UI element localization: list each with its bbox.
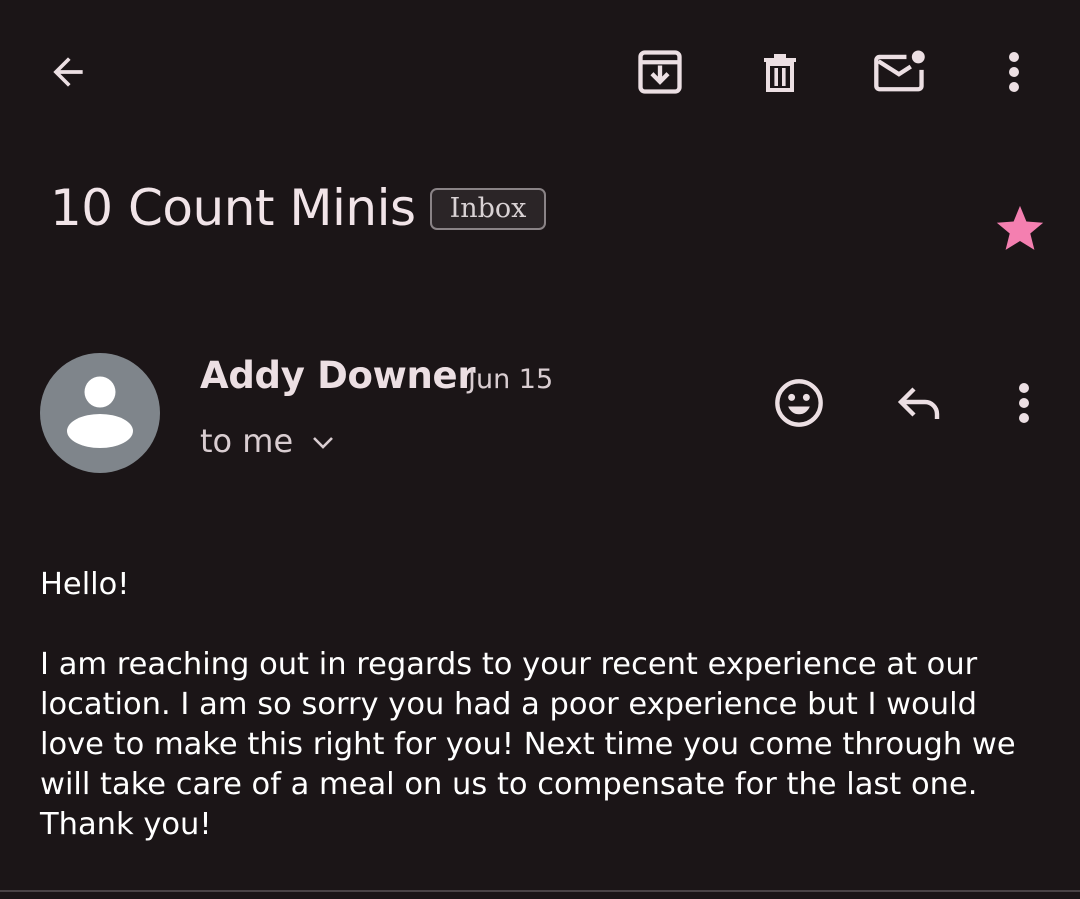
email-view: 10 Count Minis Inbox Addy Downer Jun 15 …	[0, 0, 1080, 899]
archive-button[interactable]	[624, 36, 696, 108]
react-button[interactable]	[763, 367, 835, 439]
emoji-icon	[775, 379, 823, 427]
reply-button[interactable]	[884, 367, 956, 439]
arrow-left-icon	[53, 57, 83, 87]
star-icon	[996, 205, 1044, 250]
chevron-down-icon	[313, 437, 334, 449]
more-vertical-icon	[1009, 52, 1019, 92]
message-date: Jun 15	[468, 364, 554, 395]
message-greeting: Hello!	[40, 567, 130, 602]
inbox-label-chip[interactable]: Inbox	[429, 188, 547, 230]
sender-avatar[interactable]	[40, 353, 160, 473]
sender-name[interactable]: Addy Downer	[200, 354, 476, 397]
delete-button[interactable]	[744, 36, 816, 108]
star-button[interactable]	[984, 192, 1056, 264]
email-subject: 10 Count Minis	[50, 179, 416, 237]
person-icon	[67, 376, 133, 448]
back-button[interactable]	[32, 36, 104, 108]
archive-icon	[638, 50, 682, 94]
mail-unread-icon	[874, 50, 925, 92]
recipient-details-toggle[interactable]: to me	[200, 422, 335, 460]
message-body: Hello! I am reaching out in regards to y…	[40, 565, 1050, 845]
mark-unread-button[interactable]	[864, 36, 936, 108]
more-options-button[interactable]	[978, 36, 1050, 108]
message-more-button[interactable]	[988, 367, 1060, 439]
reply-icon	[897, 387, 940, 419]
recipient-label: to me	[200, 422, 294, 460]
more-vertical-icon	[1019, 383, 1029, 423]
divider	[0, 890, 1080, 892]
message-paragraph: I am reaching out in regards to your rec…	[40, 647, 1016, 842]
subject-row: 10 Count Minis Inbox	[50, 176, 547, 240]
trash-icon	[764, 54, 796, 92]
